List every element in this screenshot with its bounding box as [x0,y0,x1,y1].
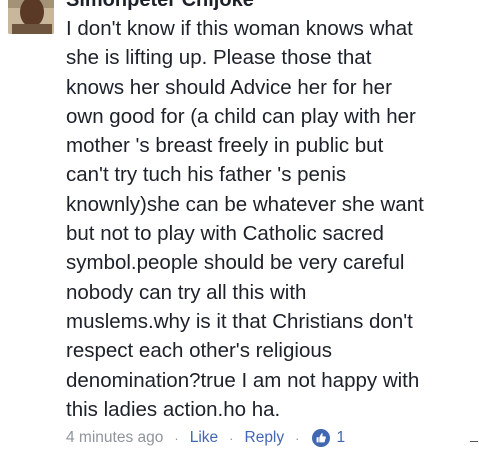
reply-button[interactable]: Reply [245,429,285,447]
like-button[interactable]: Like [190,429,218,447]
thumbs-up-icon [312,429,331,447]
like-count: 1 [336,429,346,446]
comment-line: nobody can try all this with [66,280,307,304]
comment: Simonpeter Chijoke I don't know if this … [66,0,476,424]
separator-dot: · [174,430,179,446]
comment-line: can't try tuch his father 's penis [66,163,347,187]
separator-dot: · [295,430,300,446]
comment-line: I don't know if this woman knows what [66,17,413,40]
divider-mark [470,441,478,442]
comment-line: denomination?true I am not happy with [66,368,420,392]
comment-line: this ladies action.ho ha. [66,397,281,421]
avatar[interactable] [8,0,54,34]
comment-timestamp[interactable]: 4 minutes ago [66,429,163,447]
comment-line: she is lifting up. Please those that [66,46,372,70]
comment-line: respect each other's religious [66,339,332,363]
comment-line: mother 's breast freely in public but [66,134,384,158]
comment-line: knows her should Advice her for her [66,75,392,99]
avatar-photo [8,0,54,34]
comment-line: but not to play with Catholic sacred [66,222,384,246]
comment-body: I don't know if this woman knows what sh… [66,14,476,424]
comment-line: symbol.people should be very careful [66,251,405,275]
comment-line: muslems.why is it that Christians don't [66,309,413,333]
comment-author[interactable]: Simonpeter Chijoke [66,0,476,12]
separator-dot: · [229,430,234,446]
comment-line: knownly)she can be whatever she want [66,192,424,216]
like-count-badge[interactable]: 1 [312,429,345,447]
comment-line: own good for (a child can play with her [66,104,416,128]
comment-actions: 4 minutes ago · Like · Reply · 1 [66,426,345,450]
